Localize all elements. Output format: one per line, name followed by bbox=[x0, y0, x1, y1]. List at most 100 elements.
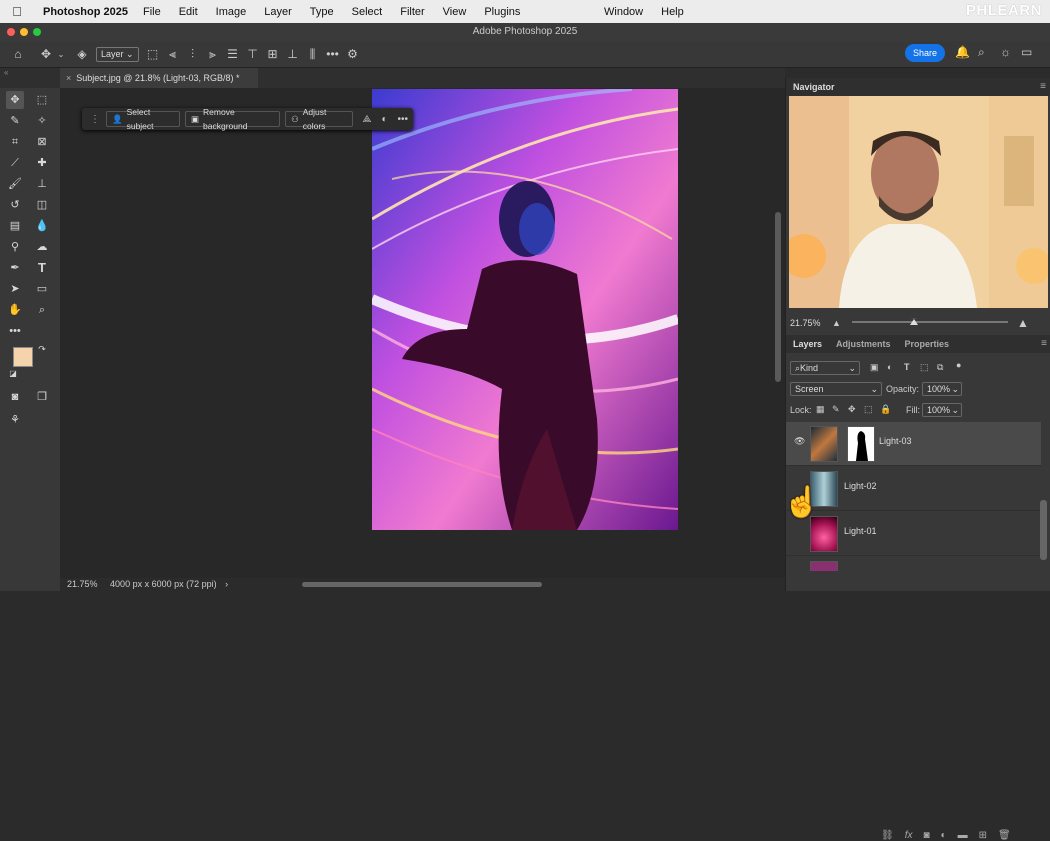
filter-smart-object-icon[interactable]: ⧉ bbox=[937, 362, 943, 373]
search-icon[interactable]: ⌕ bbox=[978, 45, 985, 60]
gradient-tool-icon[interactable]: ▤ bbox=[6, 217, 24, 235]
auto-select-dropdown[interactable]: Layer ⌄ bbox=[96, 46, 139, 62]
swap-colors-icon[interactable]: ↷ bbox=[36, 343, 48, 355]
layer-name[interactable]: Light-03 bbox=[879, 436, 912, 446]
trash-icon[interactable]: 🗑 bbox=[998, 830, 1011, 841]
eyedropper-icon[interactable]: ⟋ bbox=[6, 154, 24, 172]
new-layer-icon[interactable]: ⊞ bbox=[979, 830, 987, 841]
filter-pixel-icon[interactable]: ▣ bbox=[870, 362, 879, 373]
navigator-preview[interactable] bbox=[789, 96, 1048, 308]
menu-plugins[interactable]: Plugins bbox=[475, 6, 529, 18]
lock-transparent-icon[interactable]: ▦ bbox=[816, 404, 825, 415]
auto-select-icon[interactable]: ◈ bbox=[72, 44, 92, 64]
align-right-icon[interactable]: ⫸ bbox=[203, 44, 223, 64]
blend-mode-dropdown[interactable]: Screen ⌄ bbox=[790, 382, 882, 396]
lock-all-icon[interactable]: 🔒 bbox=[880, 404, 891, 415]
filter-shape-icon[interactable]: ⬚ bbox=[920, 362, 929, 373]
layer-row[interactable] bbox=[786, 557, 1041, 571]
more-icon[interactable]: ••• bbox=[397, 114, 408, 125]
align-middle-icon[interactable]: ⊞ bbox=[263, 44, 283, 64]
share-button[interactable]: Share bbox=[905, 44, 945, 62]
menu-view[interactable]: View bbox=[434, 6, 476, 18]
generative-tool-icon[interactable]: ⚘ bbox=[6, 411, 24, 429]
foreground-color-swatch[interactable] bbox=[13, 347, 33, 367]
quick-selection-icon[interactable]: ✎ bbox=[6, 112, 24, 130]
canvas-vertical-scrollbar[interactable] bbox=[775, 212, 781, 382]
menu-file[interactable]: File bbox=[134, 6, 170, 18]
fill-field[interactable]: 100% ⌄ bbox=[922, 403, 962, 417]
layer-name[interactable]: Light-01 bbox=[844, 526, 877, 536]
filter-toggle-icon[interactable]: ● bbox=[956, 360, 961, 370]
clone-stamp-icon[interactable]: ⊥ bbox=[33, 175, 51, 193]
distribute-vertical-icon[interactable]: ⫼ bbox=[303, 44, 323, 64]
rectangle-tool-icon[interactable]: ▭ bbox=[33, 280, 51, 298]
layers-menu-icon[interactable]: ≡ bbox=[1041, 338, 1047, 349]
discover-icon[interactable]: ☼ bbox=[1000, 45, 1011, 59]
blur-tool-icon[interactable]: 💧 bbox=[33, 217, 51, 235]
smudge-tool-icon[interactable]: ☁ bbox=[33, 238, 51, 256]
navigator-title[interactable]: Navigator bbox=[793, 78, 835, 96]
document-tab[interactable]: × Subject.jpg @ 21.8% (Light-03, RGB/8) * bbox=[60, 68, 258, 88]
hand-tool-icon[interactable]: ✋ bbox=[6, 301, 24, 319]
layer-mask-thumbnail[interactable] bbox=[847, 426, 875, 462]
menu-edit[interactable]: Edit bbox=[170, 6, 207, 18]
mask-icon[interactable]: ◐ bbox=[381, 114, 387, 125]
layer-name[interactable]: Light-02 bbox=[844, 481, 877, 491]
chevron-down-icon[interactable]: ⌄ bbox=[56, 44, 66, 64]
menu-layer[interactable]: Layer bbox=[255, 6, 301, 18]
eraser-icon[interactable]: ◫ bbox=[33, 196, 51, 214]
magic-wand-icon[interactable]: ✧ bbox=[33, 112, 51, 130]
menu-window[interactable]: Window bbox=[595, 6, 652, 18]
pen-tool-icon[interactable]: ✒ bbox=[6, 259, 24, 277]
bell-icon[interactable]: 🔔 bbox=[955, 45, 970, 61]
filter-type-icon[interactable]: T bbox=[904, 362, 910, 372]
move-tool-icon[interactable]: ✥ bbox=[36, 44, 56, 64]
screen-mode-icon[interactable]: ❐ bbox=[33, 388, 51, 406]
minimize-window-button[interactable] bbox=[20, 28, 28, 36]
app-menu[interactable]: Photoshop 2025 bbox=[34, 6, 134, 18]
document-image[interactable] bbox=[372, 89, 678, 530]
navigator-zoom-slider[interactable] bbox=[852, 318, 1008, 325]
toolbar-collapse[interactable]: « bbox=[0, 68, 60, 88]
fx-icon[interactable]: fx bbox=[905, 830, 913, 841]
apple-icon[interactable]:  bbox=[0, 4, 34, 19]
layer-row[interactable]: Light-02 bbox=[786, 467, 1041, 511]
zoom-in-icon[interactable]: ▲ bbox=[1017, 313, 1029, 333]
remove-background-button[interactable]: ▣ Remove background bbox=[185, 107, 281, 131]
marquee-tool-icon[interactable]: ⬚ bbox=[33, 91, 51, 109]
dodge-tool-icon[interactable]: ⚲ bbox=[6, 238, 24, 256]
menu-select[interactable]: Select bbox=[343, 6, 392, 18]
default-colors-icon[interactable]: ◪ bbox=[8, 369, 18, 379]
frame-tool-icon[interactable]: ⊠ bbox=[33, 133, 51, 151]
lock-artboard-icon[interactable]: ⬚ bbox=[864, 404, 873, 415]
opacity-field[interactable]: 100% ⌄ bbox=[922, 382, 962, 396]
filter-adjustment-icon[interactable]: ◐ bbox=[887, 362, 892, 372]
transform-icon[interactable]: ⟁ bbox=[363, 114, 372, 125]
layer-row[interactable]: Light-01 bbox=[786, 512, 1041, 556]
lock-position-icon[interactable]: ✥ bbox=[848, 404, 856, 415]
close-tab-icon[interactable]: × bbox=[66, 73, 71, 83]
workspace-icon[interactable]: ▭ bbox=[1021, 45, 1032, 59]
healing-brush-icon[interactable]: ✚ bbox=[33, 154, 51, 172]
lock-pixels-icon[interactable]: ✎ bbox=[832, 404, 840, 415]
distribute-icon[interactable]: ☰ bbox=[223, 44, 243, 64]
menu-type[interactable]: Type bbox=[301, 6, 343, 18]
move-tool-icon[interactable]: ✥ bbox=[6, 91, 24, 109]
path-selection-icon[interactable]: ➤ bbox=[6, 280, 24, 298]
zoom-tool-icon[interactable]: ⌕ bbox=[33, 301, 51, 319]
status-zoom[interactable]: 21.75% bbox=[67, 579, 98, 589]
tab-layers[interactable]: Layers bbox=[793, 335, 822, 353]
transform-controls-icon[interactable]: ⬚ bbox=[143, 44, 163, 64]
more-tools-icon[interactable]: ••• bbox=[6, 322, 24, 340]
menu-filter[interactable]: Filter bbox=[391, 6, 433, 18]
menu-image[interactable]: Image bbox=[207, 6, 256, 18]
zoom-window-button[interactable] bbox=[33, 28, 41, 36]
zoom-out-icon[interactable]: ▲ bbox=[832, 313, 841, 333]
drag-handle-icon[interactable]: ⋮ bbox=[90, 114, 100, 125]
add-mask-icon[interactable]: ◙ bbox=[923, 830, 929, 841]
gear-icon[interactable]: ⚙ bbox=[343, 44, 363, 64]
more-options-icon[interactable]: ••• bbox=[323, 44, 343, 64]
zoom-slider-thumb[interactable] bbox=[910, 318, 918, 325]
kind-filter-dropdown[interactable]: ⌕Kind ⌄ bbox=[790, 361, 860, 375]
brush-tool-icon[interactable]: 🖌 bbox=[6, 175, 24, 193]
